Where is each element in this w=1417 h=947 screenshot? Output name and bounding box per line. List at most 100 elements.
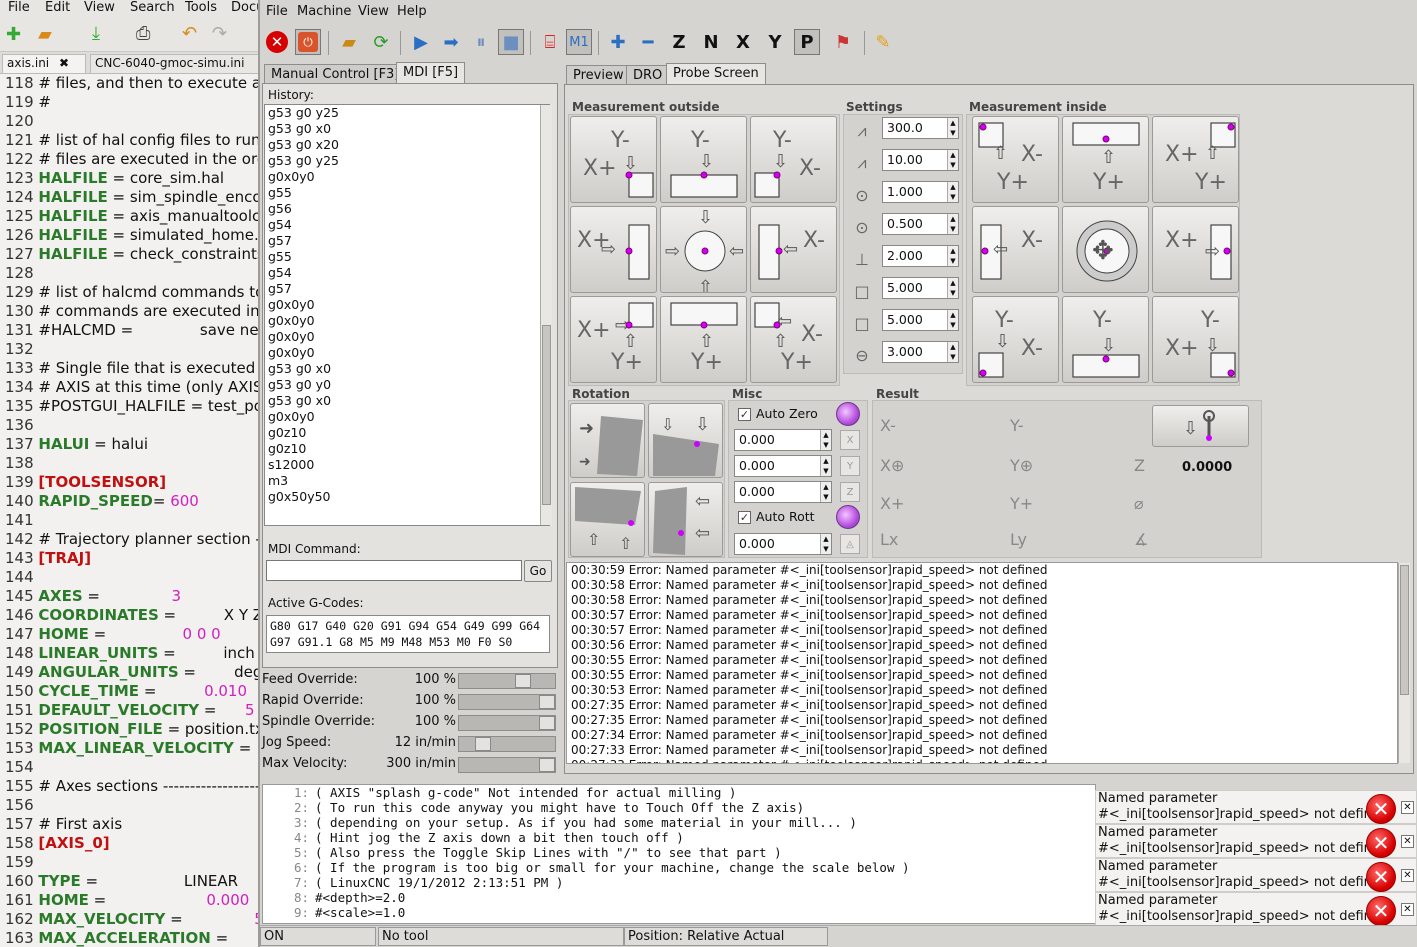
save-file-icon[interactable]: ⤓ [92, 23, 100, 44]
setting-field[interactable]: 5.000 ▲ ▼ [882, 309, 959, 331]
history-item[interactable]: g0x0y0 [265, 345, 549, 361]
reload-icon[interactable]: ⟳ [368, 29, 394, 55]
setting-field[interactable]: 1.000 ▲ ▼ [882, 181, 959, 203]
tab-manual-control[interactable]: Manual Control [F3] [264, 64, 407, 84]
probe-inside-x-minus-y-plus-corner-button[interactable]: Y- ⇩ X- [972, 296, 1059, 383]
tab-mdi[interactable]: MDI [F5] [396, 62, 466, 84]
setting-field[interactable]: 3.000 ▲ ▼ [882, 341, 959, 363]
view-p-icon[interactable]: P [794, 29, 820, 55]
tab-dro[interactable]: DRO [626, 65, 670, 85]
mdi-history-list[interactable]: g53 g0 y25 g53 g0 x0 g53 g0 x20 g53 g0 y25 g… [264, 104, 550, 526]
history-item[interactable]: g57 [265, 281, 549, 297]
setting-field[interactable]: 300.0 ▲ ▼ [882, 117, 959, 139]
close-notification-icon[interactable]: ✕ [1401, 903, 1414, 916]
history-item[interactable]: g53 g0 y25 [265, 153, 549, 169]
misc-y-field[interactable]: 0.000 ▲ ▼ [734, 455, 832, 477]
editor-menu-edit[interactable]: Edit [45, 0, 70, 15]
probe-x-plus-edge-button[interactable]: ⇦ X- [750, 206, 837, 293]
redo-icon[interactable]: ↷ [212, 23, 227, 44]
set-x-button[interactable]: X [840, 430, 860, 450]
step-icon[interactable]: ➡ [438, 29, 464, 55]
history-item[interactable]: g53 g0 y25 [265, 105, 549, 121]
stop-icon[interactable]: ■ [498, 29, 524, 55]
slider-knob[interactable] [475, 737, 491, 751]
history-item[interactable]: g54 [265, 265, 549, 281]
history-item[interactable]: g55 [265, 249, 549, 265]
close-notification-icon[interactable]: ✕ [1401, 869, 1414, 882]
probe-center-outside-button[interactable]: ⇩ ⇧ ⇨ ⇦ [660, 206, 747, 293]
view-x-icon[interactable]: X [730, 29, 756, 55]
history-item[interactable]: g0x0y0 [265, 169, 549, 185]
editor-tab-cnc-ini[interactable]: CNC-6040-gmoc-simu.ini [90, 54, 262, 73]
history-item[interactable]: g0z10 [265, 425, 549, 441]
zoom-out-icon[interactable]: ━ [635, 29, 661, 55]
probe-inside-center-button[interactable]: ✥ [1062, 206, 1149, 293]
editor-menu-tools[interactable]: Tools [185, 0, 217, 15]
probe-x-plus-y-minus-corner-button[interactable]: Y- ⇩ X- [750, 116, 837, 203]
editor-tab-axis-ini[interactable]: axis.ini ✖ [2, 54, 86, 73]
override-slider[interactable] [458, 715, 556, 731]
slider-knob[interactable] [539, 695, 555, 709]
editor-menu-file[interactable]: File [8, 0, 30, 15]
undo-icon[interactable]: ↶ [182, 23, 197, 44]
run-icon[interactable]: ▶ [408, 29, 434, 55]
log-scrollbar[interactable] [1398, 563, 1410, 763]
menu-help[interactable]: Help [397, 4, 427, 19]
history-item[interactable]: g0x50y50 [265, 489, 549, 505]
history-item[interactable]: g0x0y0 [265, 297, 549, 313]
probe-y-plus-edge-button[interactable]: ⇧ Y+ [660, 296, 747, 383]
probe-inside-x-plus-edge-button[interactable]: ⇨ X+ [1152, 206, 1239, 293]
block-delete-icon[interactable]: ⌸ [537, 29, 563, 55]
misc-angle-field[interactable]: 0.000 ▲ ▼ [734, 533, 832, 555]
power-icon[interactable]: ⏻ [295, 29, 321, 55]
print-icon[interactable]: ⎙ [136, 23, 150, 44]
probe-y-minus-edge-button[interactable]: Y- ⇩ [660, 116, 747, 203]
rotation-x-minus-button[interactable]: ⇦ ⇦ [648, 482, 723, 557]
probe-inside-x-plus-y-minus-corner-button[interactable]: ⇧ X+ Y+ [1152, 116, 1239, 203]
override-slider[interactable] [458, 757, 556, 773]
misc-z-field[interactable]: 0.000 ▲ ▼ [734, 481, 832, 503]
optional-stop-icon[interactable]: M1 [566, 29, 592, 55]
probe-x-plus-y-plus-corner-button[interactable]: ⇦ X- ⇧ Y+ [750, 296, 837, 383]
override-slider[interactable] [458, 694, 556, 710]
view-z-icon[interactable]: Z [666, 29, 692, 55]
tab-preview[interactable]: Preview [566, 65, 631, 85]
rotation-y-plus-button[interactable]: ⇧ ⇧ [570, 482, 645, 557]
clear-plot-icon[interactable]: ✎ [870, 29, 896, 55]
misc-x-field[interactable]: 0.000 ▲ ▼ [734, 429, 832, 451]
rotation-x-plus-button[interactable]: ➜ ➜ [570, 403, 645, 478]
history-item[interactable]: g0x0y0 [265, 329, 549, 345]
editor-menu-view[interactable]: View [84, 0, 115, 15]
probe-x-minus-edge-button[interactable]: X+ ⇨ [570, 206, 657, 293]
view-z2-icon[interactable]: N [698, 29, 724, 55]
tab-probe-screen[interactable]: Probe Screen [666, 63, 766, 85]
rotation-y-minus-button[interactable]: ⇩ ⇩ [648, 403, 723, 478]
history-item[interactable]: g0x0y0 [265, 313, 549, 329]
probe-inside-y-minus-edge-button[interactable]: ⇧ Y+ [1062, 116, 1149, 203]
history-item[interactable]: m3 [265, 473, 549, 489]
mdi-go-button[interactable]: Go [524, 560, 552, 582]
slider-knob[interactable] [539, 758, 555, 772]
estop-icon[interactable]: ✕ [264, 29, 290, 55]
close-tab-icon[interactable]: ✖ [59, 56, 69, 70]
history-item[interactable]: g53 g0 x20 [265, 137, 549, 153]
history-item[interactable]: g56 [265, 201, 549, 217]
probe-inside-x-minus-edge-button[interactable]: ⇦ X- [972, 206, 1059, 293]
probe-x-minus-y-plus-corner-button[interactable]: X+ ⇨ ⇧ Y+ [570, 296, 657, 383]
slider-knob[interactable] [539, 716, 555, 730]
editor-menu-search[interactable]: Search [130, 0, 175, 15]
history-item[interactable]: g0x0y0 [265, 409, 549, 425]
history-item[interactable]: g55 [265, 185, 549, 201]
history-item[interactable]: g53 g0 x0 [265, 121, 549, 137]
setting-field[interactable]: 5.000 ▲ ▼ [882, 277, 959, 299]
open-file-icon[interactable]: ▰ [38, 24, 52, 45]
history-item[interactable]: g0z10 [265, 441, 549, 457]
override-slider[interactable] [458, 673, 556, 689]
auto-rott-checkbox[interactable]: ✓ [738, 511, 751, 524]
probe-x-minus-y-minus-corner-button[interactable]: Y- X+ ⇩ [570, 116, 657, 203]
probe-inside-x-minus-y-minus-corner-button[interactable]: ⇧ X- Y+ [972, 116, 1059, 203]
probe-inside-y-plus-edge-button[interactable]: Y- ⇩ [1062, 296, 1149, 383]
error-log-list[interactable]: 00:30:59 Error: Named parameter #<_ini[t… [566, 562, 1398, 764]
set-z-button[interactable]: Z [840, 482, 860, 502]
history-item[interactable]: g53 g0 x0 [265, 393, 549, 409]
